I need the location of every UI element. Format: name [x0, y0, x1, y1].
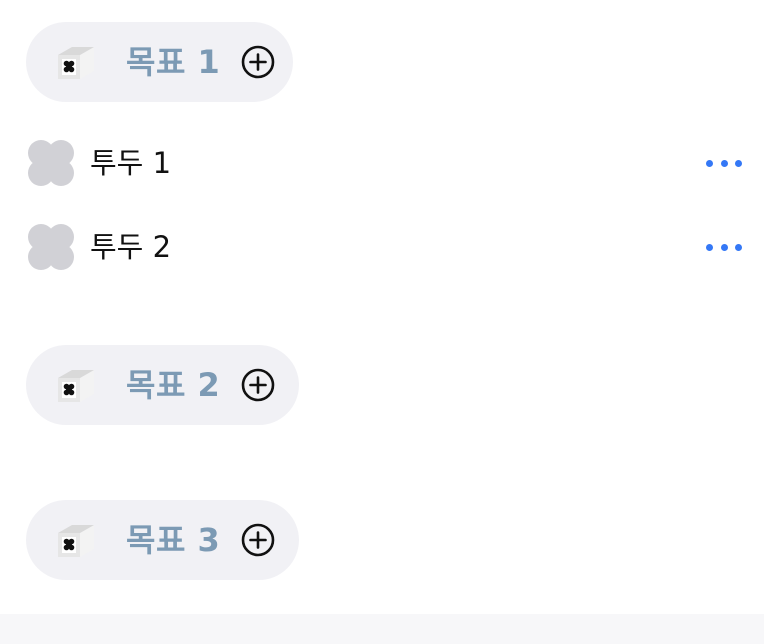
- goal-title: 목표 1: [126, 43, 221, 81]
- more-icon: [706, 243, 713, 251]
- more-icon: [735, 159, 742, 167]
- add-todo-button[interactable]: [240, 44, 276, 80]
- todo-item: 투두 2: [26, 221, 742, 273]
- add-todo-button[interactable]: [240, 367, 276, 403]
- add-todo-button[interactable]: [240, 522, 276, 558]
- more-button[interactable]: [706, 157, 742, 169]
- todo-label: 투두 1: [90, 145, 172, 180]
- box-icon: [58, 370, 94, 402]
- goal-header-2[interactable]: 목표 2: [26, 345, 299, 425]
- more-icon: [720, 159, 728, 167]
- goal-header-3[interactable]: 목표 3: [26, 500, 299, 580]
- clover-checkbox-icon[interactable]: [26, 138, 76, 188]
- more-button[interactable]: [706, 241, 742, 253]
- goal-title: 목표 3: [126, 521, 221, 559]
- clover-checkbox-icon[interactable]: [26, 222, 76, 272]
- more-icon: [720, 243, 728, 251]
- todo-label: 투두 2: [90, 229, 172, 264]
- bottom-bar: [0, 614, 764, 644]
- more-icon: [706, 159, 713, 167]
- todo-item: 투두 1: [26, 137, 742, 189]
- box-icon: [58, 47, 94, 79]
- goal-header-1[interactable]: 목표 1: [26, 22, 293, 102]
- box-icon: [58, 525, 94, 557]
- more-icon: [735, 243, 742, 251]
- goal-title: 목표 2: [126, 366, 221, 404]
